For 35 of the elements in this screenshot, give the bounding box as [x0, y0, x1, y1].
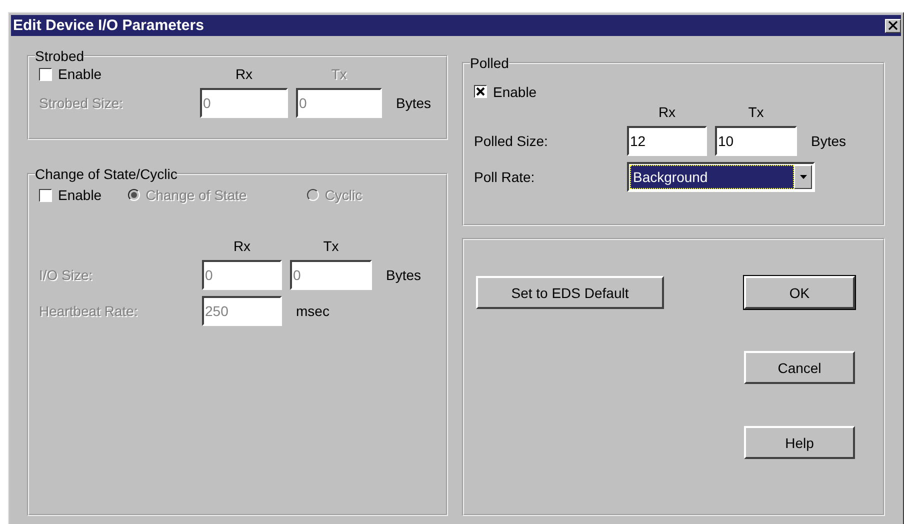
column-header: Rx [657, 104, 677, 120]
unit-label: msec [295, 303, 330, 319]
group-title: Strobed [35, 48, 84, 64]
group-title: Change of State/Cyclic [35, 166, 178, 182]
caret-icon [800, 174, 806, 178]
enable-checkbox[interactable]: Enable [39, 187, 102, 203]
field-label: Polled Size: [474, 132, 549, 148]
enable-checkbox[interactable]: Enable [39, 66, 192, 82]
unit-label: Bytes [385, 267, 422, 283]
dropdown-value: Background [630, 164, 794, 188]
cross-mark-icon [476, 87, 485, 96]
dropdown-button[interactable] [794, 164, 812, 188]
column-header: Tx [747, 104, 765, 120]
dialog-button[interactable]: Help [744, 426, 855, 459]
field-label: Heartbeat Rate: [39, 303, 139, 319]
unit-label: Bytes [810, 132, 848, 148]
column-header: Rx [232, 238, 252, 254]
dialog-button[interactable]: OK [744, 276, 855, 309]
unit-label: Bytes [395, 95, 432, 111]
close-button[interactable] [885, 18, 901, 32]
input-field[interactable]: 12 [627, 126, 707, 156]
dialog-button[interactable]: Cancel [744, 351, 855, 384]
window-title: Edit Device I/O Parameters [13, 17, 204, 34]
column-header: Tx [330, 66, 348, 82]
field-label: Poll Rate: [474, 168, 536, 184]
column-header: Tx [322, 238, 340, 254]
column-header: Rx [234, 66, 254, 82]
poll-rate-dropdown[interactable]: Background [627, 162, 815, 192]
field-label: I/O Size: [39, 267, 94, 283]
dialog-button[interactable]: Set to EDS Default [476, 276, 664, 309]
field-label: Strobed Size: [39, 95, 124, 111]
close-icon [888, 21, 898, 30]
input-field[interactable]: 10 [715, 126, 797, 156]
group-title: Polled [470, 55, 509, 71]
enable-checkbox[interactable]: Enable [474, 84, 537, 100]
